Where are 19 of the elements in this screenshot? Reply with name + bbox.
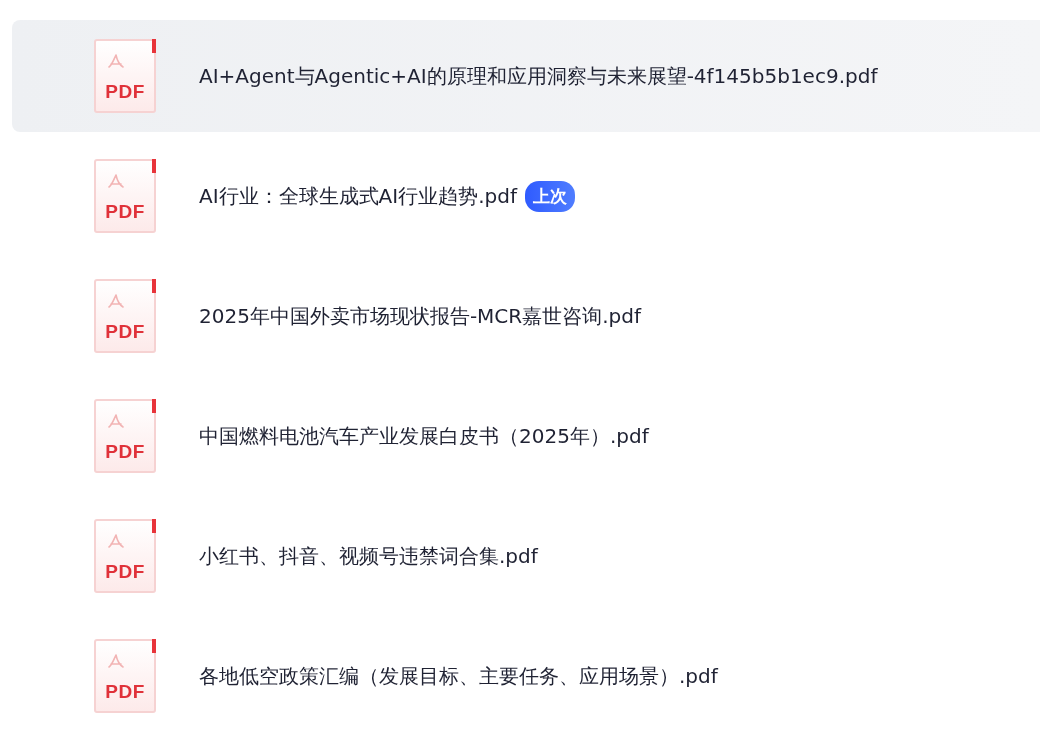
file-row[interactable]: PDF 各地低空政策汇编（发展目标、主要任务、应用场景）.pdf [12, 620, 1040, 732]
file-name: AI+Agent与Agentic+AI的原理和应用洞察与未来展望-4f145b5b1ec9.pdf [199, 62, 878, 90]
pdf-file-icon: PDF [94, 399, 156, 473]
file-name: 各地低空政策汇编（发展目标、主要任务、应用场景）.pdf [199, 662, 718, 690]
file-row[interactable]: PDF 小红书、抖音、视频号违禁词合集.pdf [12, 500, 1040, 612]
file-name: 中国燃料电池汽车产业发展白皮书（2025年）.pdf [199, 422, 649, 450]
file-row[interactable]: PDF 2025年中国外卖市场现状报告-MCR嘉世咨询.pdf [12, 260, 1040, 372]
file-row[interactable]: PDF 中国燃料电池汽车产业发展白皮书（2025年）.pdf [12, 380, 1040, 492]
file-name: AI行业：全球生成式AI行业趋势.pdf [199, 182, 517, 210]
file-name: 小红书、抖音、视频号违禁词合集.pdf [199, 542, 538, 570]
pdf-file-icon: PDF [94, 39, 156, 113]
file-row[interactable]: PDF AI行业：全球生成式AI行业趋势.pdf 上次 [12, 140, 1040, 252]
file-name: 2025年中国外卖市场现状报告-MCR嘉世咨询.pdf [199, 302, 642, 330]
pdf-file-icon: PDF [94, 279, 156, 353]
pdf-file-icon: PDF [94, 519, 156, 593]
pdf-file-icon: PDF [94, 159, 156, 233]
last-opened-badge: 上次 [524, 180, 575, 212]
file-row[interactable]: PDF AI+Agent与Agentic+AI的原理和应用洞察与未来展望-4f145b5b1ec9.pdf [12, 20, 1040, 132]
pdf-file-icon: PDF [94, 639, 156, 713]
